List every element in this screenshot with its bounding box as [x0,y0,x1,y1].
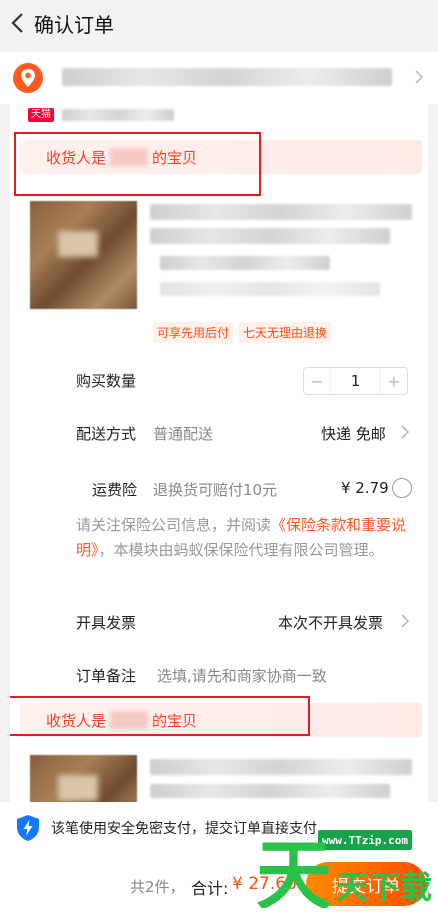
address-card[interactable] [0,52,438,104]
product-image[interactable] [30,201,137,309]
item-count: 共2件， [130,878,185,896]
quantity-minus-button[interactable]: − [304,368,330,394]
quantity-value[interactable]: 1 [330,368,381,394]
product-title-blurred [150,784,390,798]
product-title-blurred [150,759,412,775]
highlight-box [10,696,310,736]
address-blurred [62,68,392,86]
svg-text:天下载: 天下载 [336,868,432,906]
chevron-right-icon [415,70,424,84]
product-image[interactable] [30,755,137,804]
back-button[interactable] [2,0,32,46]
quantity-plus-button[interactable]: + [381,368,407,394]
tag-pay-later: 可享先用后付 [153,322,234,343]
remark-input[interactable]: 选填,请先和商家协商一致 [157,665,327,686]
tmall-badge: 天猫 [28,108,54,122]
invoice-label: 开具发票 [76,614,137,632]
delivery-label: 配送方式 [76,425,137,443]
page-title: 确认订单 [34,12,114,37]
top-bar: 确认订单 [0,0,438,46]
total-label: 合计: [191,879,229,898]
svg-text:天: 天 [256,831,332,908]
product-spec-blurred [160,256,330,270]
tag-seven-day-return: 七天无理由退换 [239,322,332,343]
insurance-price: ¥ 2.79 [341,479,389,497]
insurance-radio[interactable] [392,478,412,498]
location-pin-icon [13,63,43,93]
watermark-logo: 天 天下载 [256,831,432,908]
delivery-value[interactable]: 快递 免邮 [321,423,386,444]
shop-header[interactable]: 天猫 [28,106,174,124]
delivery-type: 普通配送 [153,425,214,443]
highlight-box [14,132,261,196]
chevron-right-icon[interactable] [400,425,410,439]
order-card: 天猫 收货人是 的宝贝 可享先用后付 七天无理由退换 购买数量 − 1 + 配送… [10,104,428,804]
quantity-stepper: − 1 + [303,367,408,395]
product-title-blurred [150,204,412,220]
shield-lightning-icon [17,815,39,841]
insurance-notice: 请关注保险公司信息，并阅读《保险条款和重要说明》，本模块由蚂蚁保保险代理有限公司… [76,516,407,559]
product-price-blurred [160,282,380,296]
back-arrow-icon [11,13,23,33]
chevron-right-icon[interactable] [400,614,410,628]
shop-name-blurred [62,109,174,121]
product-title-blurred [150,228,390,244]
invoice-value[interactable]: 本次不开具发票 [278,612,383,633]
insurance-label: 运费险 [92,481,138,499]
quantity-label: 购买数量 [76,372,137,390]
remark-label: 订单备注 [76,667,137,685]
insurance-desc: 退换货可赔付10元 [153,481,278,499]
